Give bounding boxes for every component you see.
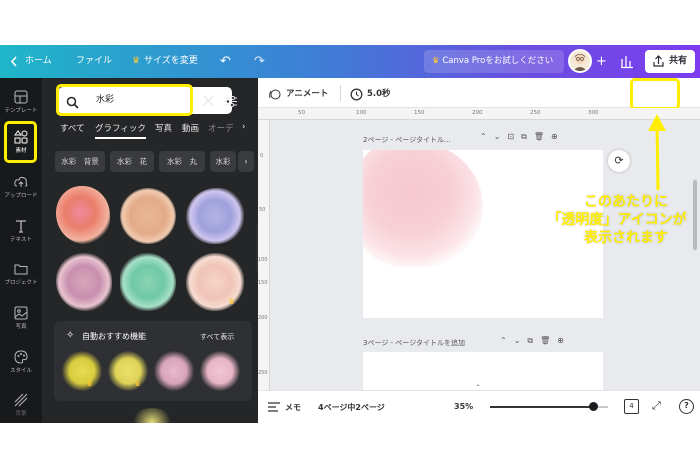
annotation-line: 「透明度」アイコンが	[547, 212, 687, 228]
annotation-line: このあたりに	[584, 194, 668, 210]
canva-editor: ホーム ファイル ♛ サイズを変更 ↶ ↷ ♛ Canva Proをお試しくださ…	[0, 0, 700, 467]
annotation-line: 表示されます	[584, 230, 668, 246]
annotation-text: このあたりに 「透明度」アイコンが 表示されます	[547, 193, 700, 247]
